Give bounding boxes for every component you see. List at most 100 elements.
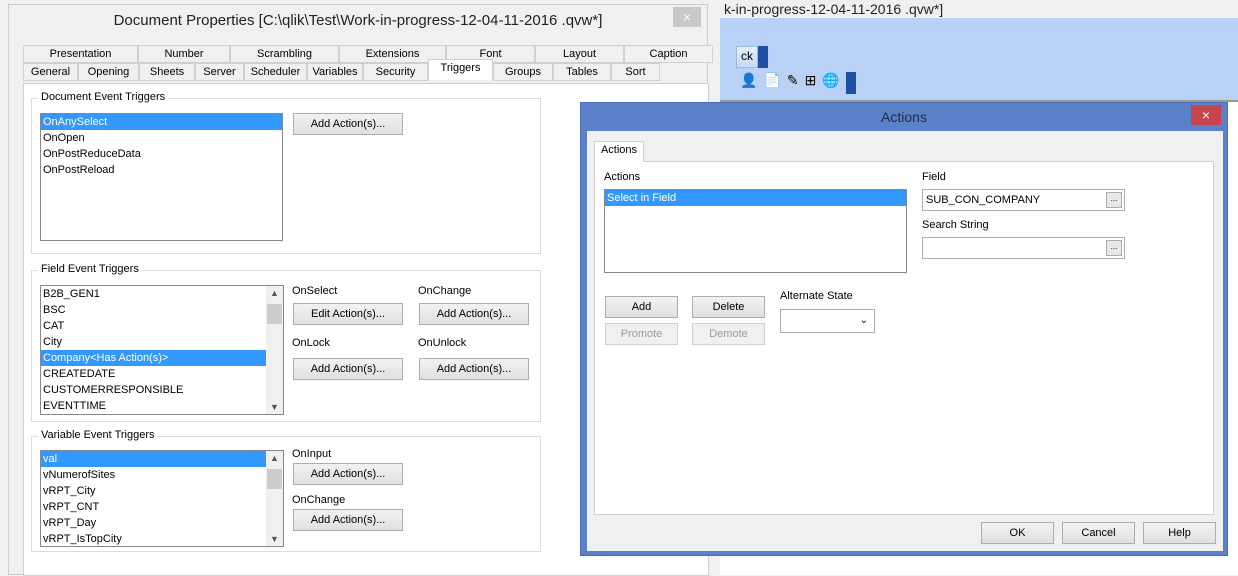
alternate-state-label: Alternate State [780, 290, 853, 302]
tab-general[interactable]: General [23, 63, 78, 81]
alternate-state-select[interactable]: ⌄ [780, 309, 875, 333]
help-button[interactable]: Help [1143, 522, 1216, 544]
dialog-title: Actions [881, 109, 927, 125]
group-label: Field Event Triggers [38, 263, 142, 275]
on-unlock-label: OnUnlock [418, 337, 467, 349]
actions-dialog-body: Actions Actions Select in Field Field SU… [587, 131, 1223, 551]
background-toolbar: ck [736, 46, 768, 68]
tab-layout[interactable]: Layout [535, 45, 624, 63]
close-button[interactable]: × [1191, 105, 1221, 125]
on-change-label: OnChange [292, 494, 346, 506]
document-event-list[interactable]: OnAnySelect OnOpen OnPostReduceData OnPostR… [40, 113, 283, 241]
toolbar-button[interactable]: ck [736, 46, 758, 68]
add-button[interactable]: Add [605, 296, 678, 318]
list-item[interactable]: OnOpen [41, 130, 282, 146]
group-label: Document Event Triggers [38, 91, 169, 103]
scrollbar-thumb[interactable] [267, 304, 282, 324]
list-item[interactable]: BSC [41, 302, 266, 318]
tree-icon[interactable]: ⊞ [805, 72, 817, 94]
edit-icon[interactable]: ✎ [787, 72, 799, 94]
list-item[interactable]: OnPostReduceData [41, 146, 282, 162]
background-window-title: k-in-progress-12-04-11-2016 .qvw*] [720, 0, 1238, 18]
on-input-label: OnInput [292, 448, 332, 460]
variable-on-change-add-actions-button[interactable]: Add Action(s)... [293, 509, 403, 531]
list-item[interactable]: vRPT_IsTopCity [41, 531, 266, 546]
on-select-edit-actions-button[interactable]: Edit Action(s)... [293, 303, 403, 325]
toolbar-overflow-icon[interactable] [845, 72, 856, 94]
variable-event-triggers-group: Variable Event Triggers val vNumerofSites… [31, 429, 541, 552]
tab-presentation[interactable]: Presentation [23, 45, 138, 63]
actions-label: Actions [604, 171, 641, 183]
toolbar-overflow-icon[interactable] [758, 46, 768, 68]
list-item[interactable]: vRPT_Day [41, 515, 266, 531]
user-icon[interactable]: 👤 [740, 72, 757, 94]
field-input[interactable]: SUB_CON_COMPANY... [922, 189, 1125, 211]
list-item[interactable]: City [41, 334, 266, 350]
search-browse-button[interactable]: ... [1106, 240, 1122, 256]
delete-button[interactable]: Delete [692, 296, 765, 318]
on-input-add-actions-button[interactable]: Add Action(s)... [293, 463, 403, 485]
background-toolbar-area: ck 👤 📄 ✎ ⊞ 🌐 [720, 18, 1238, 100]
actions-tab-panel: Actions Select in Field Field SUB_CON_CO… [594, 161, 1214, 515]
list-item[interactable]: vRPT_City [41, 483, 266, 499]
actions-list[interactable]: Select in Field [604, 189, 907, 273]
chevron-up-icon[interactable]: ▲ [266, 453, 283, 463]
variable-event-list[interactable]: val vNumerofSites vRPT_City vRPT_CNT vRPT_Da… [40, 450, 284, 547]
list-item[interactable]: Select in Field [605, 190, 906, 206]
list-item[interactable]: EVENTTIME [41, 398, 266, 414]
tab-sheets[interactable]: Sheets [139, 63, 195, 81]
close-button[interactable]: × [673, 7, 701, 27]
list-item[interactable]: val [41, 451, 266, 467]
field-event-triggers-group: Field Event Triggers B2B_GEN1 BSC CAT City C… [31, 263, 541, 422]
tab-actions[interactable]: Actions [594, 141, 644, 162]
field-value: SUB_CON_COMPANY [926, 194, 1041, 206]
promote-button[interactable]: Promote [605, 323, 678, 345]
tab-tables[interactable]: Tables [553, 63, 611, 81]
scrollbar[interactable]: ▲ ▼ [266, 451, 283, 546]
dialog-title: Document Properties [C:\qlik\Test\Work-i… [113, 12, 603, 29]
sheet-icon[interactable]: 📄 [763, 72, 780, 94]
on-unlock-add-actions-button[interactable]: Add Action(s)... [419, 358, 529, 380]
list-item[interactable]: Company<Has Action(s)> [41, 350, 266, 366]
list-item[interactable]: vNumerofSites [41, 467, 266, 483]
tab-groups[interactable]: Groups [493, 63, 553, 81]
tab-security[interactable]: Security [363, 63, 428, 81]
tab-opening[interactable]: Opening [78, 63, 139, 81]
tab-variables[interactable]: Variables [307, 63, 363, 81]
group-label: Variable Event Triggers [38, 429, 158, 441]
field-event-list[interactable]: B2B_GEN1 BSC CAT City Company<Has Action(s)>… [40, 285, 284, 415]
ok-button[interactable]: OK [981, 522, 1054, 544]
document-event-triggers-group: Document Event Triggers OnAnySelect OnOpe… [31, 91, 541, 254]
list-item[interactable]: OnPostReload [41, 162, 282, 178]
actions-dialog: Actions × Actions Actions Select in Fiel… [580, 102, 1228, 556]
field-browse-button[interactable]: ... [1106, 192, 1122, 208]
demote-button[interactable]: Demote [692, 323, 765, 345]
list-item[interactable]: OnAnySelect [41, 114, 282, 130]
chevron-up-icon[interactable]: ▲ [266, 288, 283, 298]
tab-caption[interactable]: Caption [624, 45, 713, 63]
on-lock-add-actions-button[interactable]: Add Action(s)... [293, 358, 403, 380]
tab-number[interactable]: Number [138, 45, 230, 63]
list-item[interactable]: CUSTOMERRESPONSIBLE [41, 382, 266, 398]
chevron-down-icon[interactable]: ▼ [266, 534, 283, 544]
tab-sort[interactable]: Sort [611, 63, 660, 81]
scrollbar[interactable]: ▲ ▼ [266, 286, 283, 414]
on-change-add-actions-button[interactable]: Add Action(s)... [419, 303, 529, 325]
list-item[interactable]: B2B_GEN1 [41, 286, 266, 302]
add-actions-button[interactable]: Add Action(s)... [293, 113, 403, 135]
chevron-down-icon[interactable]: ▼ [266, 402, 283, 412]
list-item[interactable]: vRPT_CNT [41, 499, 266, 515]
search-string-input[interactable]: ... [922, 237, 1125, 259]
list-item[interactable]: CREATEDATE [41, 366, 266, 382]
web-icon[interactable]: 🌐 [822, 72, 839, 94]
on-select-label: OnSelect [292, 285, 338, 297]
scrollbar-thumb[interactable] [267, 469, 282, 489]
tab-server[interactable]: Server [195, 63, 244, 81]
list-item[interactable]: CAT [41, 318, 266, 334]
tab-scheduler[interactable]: Scheduler [244, 63, 307, 81]
search-string-label: Search String [922, 219, 989, 231]
tab-scrambling[interactable]: Scrambling [230, 45, 339, 63]
on-change-label: OnChange [418, 285, 472, 297]
tab-triggers[interactable]: Triggers [428, 59, 493, 80]
cancel-button[interactable]: Cancel [1062, 522, 1135, 544]
